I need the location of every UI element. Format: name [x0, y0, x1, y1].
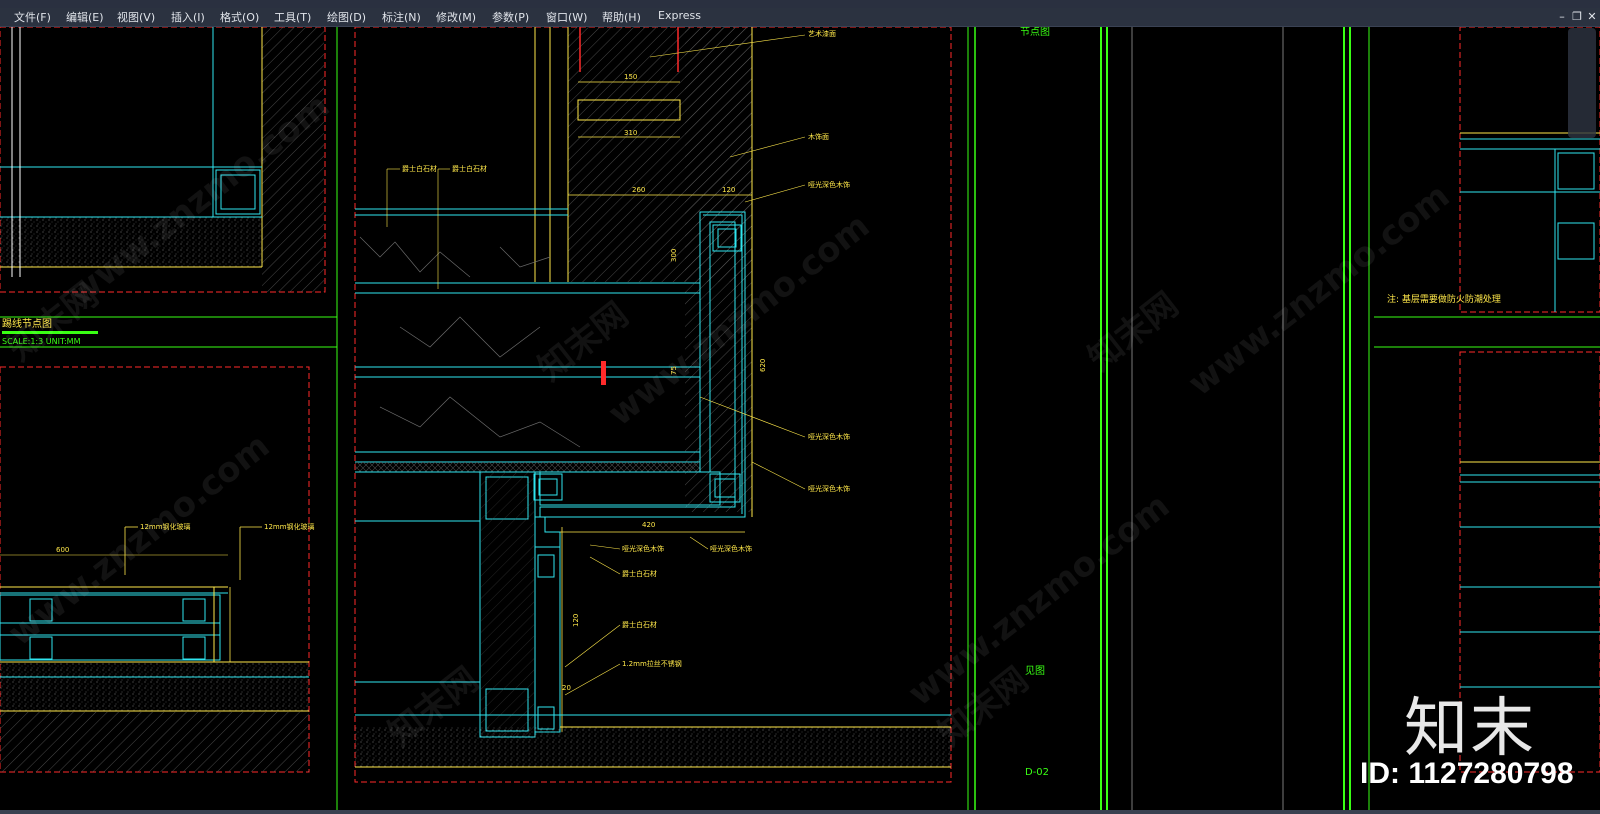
callout-veneer-4: 哑光深色木饰 — [622, 544, 664, 553]
elev-label: 见图 — [1025, 665, 1045, 677]
menu-express[interactable]: Express — [658, 9, 701, 22]
dim-310: 310 — [624, 129, 637, 137]
nav-bar-panel[interactable] — [1568, 28, 1596, 138]
watermark-site-2: www.znzmo.com — [1, 426, 277, 654]
menu-window[interactable]: 窗口(W) — [546, 9, 587, 25]
callout-jazz-stone-4: 爵士白石材 — [622, 620, 657, 629]
restore-button[interactable]: ❐ — [1570, 10, 1584, 23]
brand-logo: 知末 — [1404, 692, 1536, 766]
menu-edit[interactable]: 编辑(E) — [66, 9, 104, 25]
node-label: 节点图 — [1020, 27, 1050, 38]
drawing-canvas[interactable]: 踢线节点图 SCALE:1:3 UNIT:MM 12mm钢化玻璃 12mm钢化玻… — [0, 26, 1600, 810]
menu-dimension[interactable]: 标注(N) — [382, 9, 421, 25]
callout-jazz-stone-2: 爵士白石材 — [452, 164, 487, 173]
right-panel: 注: 基层需要做防火防潮处理 — [1374, 26, 1600, 773]
dim-300: 300 — [670, 249, 678, 262]
menu-modify[interactable]: 修改(M) — [436, 9, 476, 25]
watermark-cn-3: 知末网 — [1081, 285, 1186, 379]
dim-120b: 120 — [572, 614, 580, 627]
menu-view[interactable]: 视图(V) — [117, 9, 155, 25]
callout-veneer-3: 哑光深色木饰 — [808, 484, 850, 493]
menu-bar: 文件(F) 编辑(E) 视图(V) 插入(I) 格式(O) 工具(T) 绘图(D… — [0, 8, 1600, 27]
watermark-site-5: www.znzmo.com — [1181, 176, 1457, 404]
note-text: 注: 基层需要做防火防潮处理 — [1387, 293, 1501, 305]
brand-id: ID: 1127280798 — [1360, 757, 1574, 790]
callout-jazz-stone-3: 爵士白石材 — [622, 569, 657, 578]
sheet-code: D-02 — [1025, 767, 1049, 778]
menu-draw[interactable]: 绘图(D) — [327, 9, 366, 25]
left-bottom-panel: 12mm钢化玻璃 12mm钢化玻璃 600 — [0, 366, 315, 773]
dim-20: 20 — [562, 684, 571, 692]
menu-help[interactable]: 帮助(H) — [602, 9, 641, 25]
callout-veneer-1: 哑光深色木饰 — [808, 180, 850, 189]
callout-glass-2: 12mm钢化玻璃 — [264, 522, 315, 531]
callout-veneer-5: 哑光深色木饰 — [710, 544, 752, 553]
callout-jazz-stone-1: 爵士白石材 — [402, 164, 437, 173]
callout-steel: 1.2mm拉丝不锈钢 — [622, 659, 682, 668]
callout-mdf: 木饰面 — [808, 132, 829, 141]
dim-260: 260 — [632, 186, 645, 194]
menu-parametric[interactable]: 参数(P) — [492, 9, 529, 25]
minimize-button[interactable]: – — [1555, 10, 1569, 23]
close-button[interactable]: ✕ — [1585, 10, 1599, 23]
dim-420: 420 — [642, 521, 655, 529]
menu-tools[interactable]: 工具(T) — [274, 9, 311, 25]
menu-file[interactable]: 文件(F) — [14, 9, 51, 25]
menu-insert[interactable]: 插入(I) — [171, 9, 205, 25]
status-bar — [0, 810, 1600, 814]
callout-art-paint: 艺术漆面 — [808, 29, 836, 38]
watermark-cn-1: 知末网 — [531, 295, 636, 389]
dim-150: 150 — [624, 73, 637, 81]
watermark-site-4: www.znzmo.com — [901, 486, 1177, 714]
title-bar — [0, 0, 1600, 8]
callout-veneer-2: 哑光深色木饰 — [808, 432, 850, 441]
dim-620: 620 — [759, 359, 767, 372]
dim-120: 120 — [722, 186, 735, 194]
dim-600: 600 — [56, 546, 69, 554]
menu-format[interactable]: 格式(O) — [220, 9, 259, 25]
cad-drawing: 踢线节点图 SCALE:1:3 UNIT:MM 12mm钢化玻璃 12mm钢化玻… — [0, 26, 1600, 810]
